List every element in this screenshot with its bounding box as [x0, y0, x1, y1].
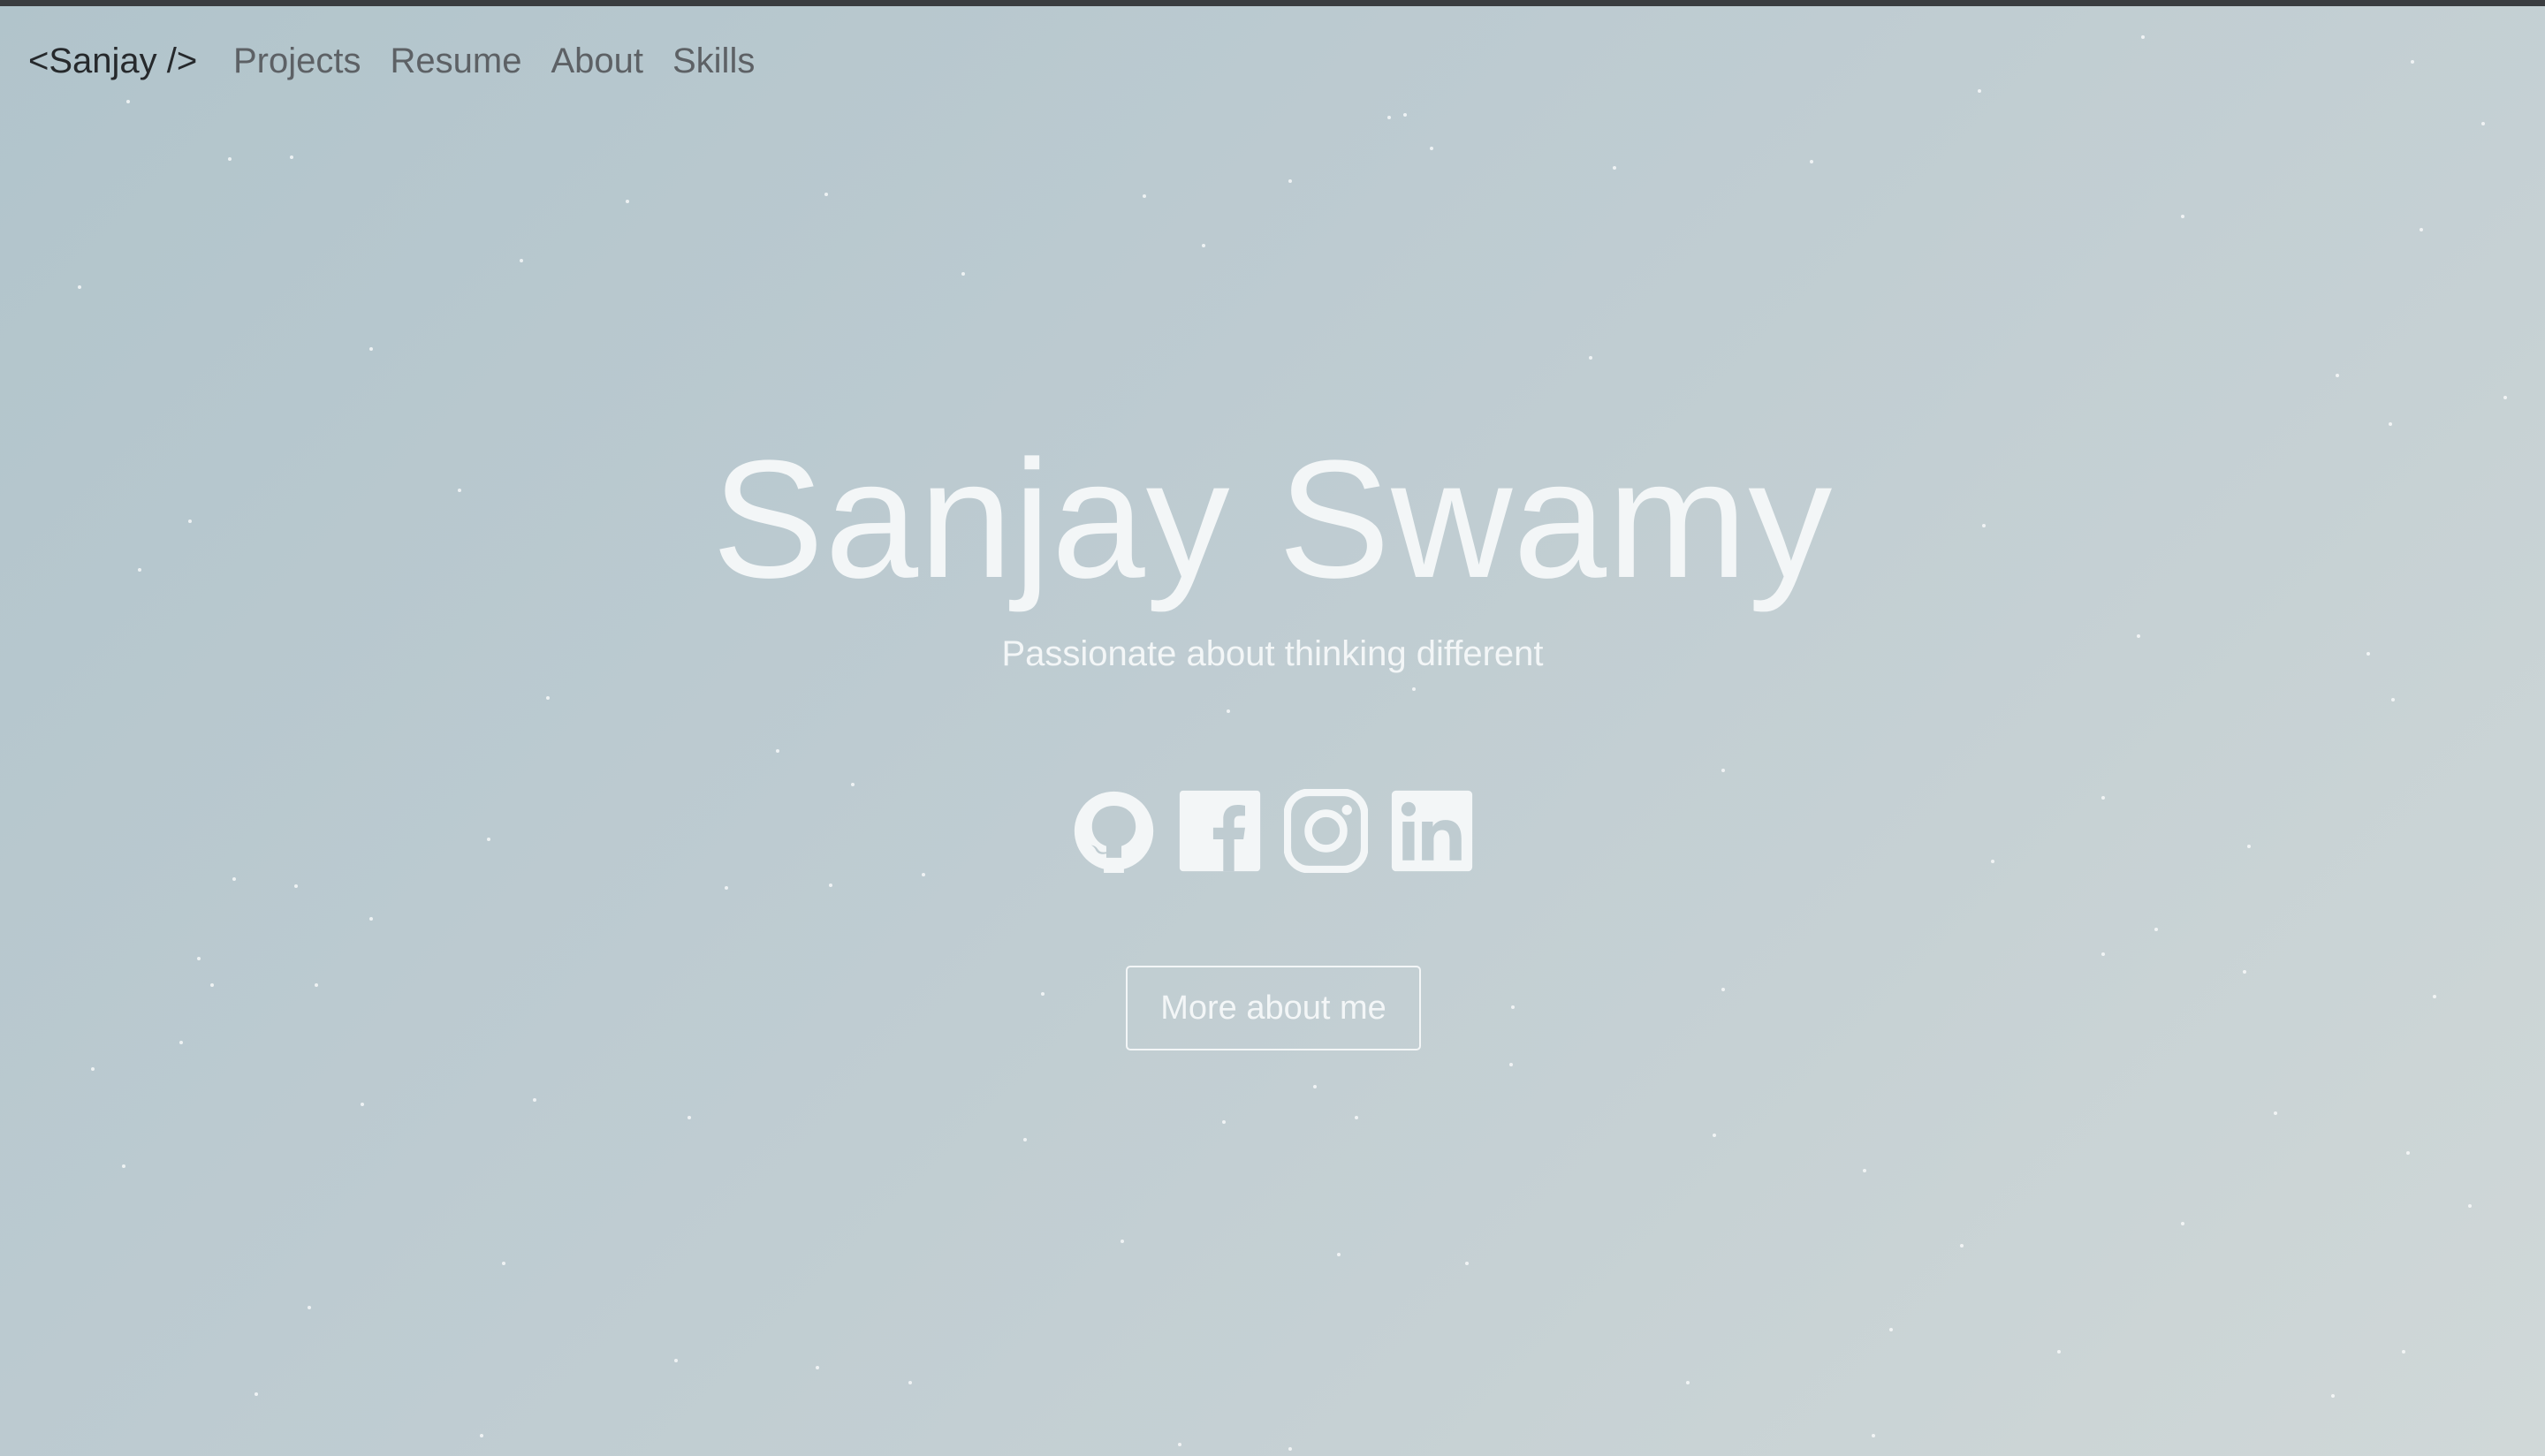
linkedin-link[interactable] — [1390, 789, 1474, 873]
nav-links: Projects Resume About Skills — [233, 36, 784, 86]
instagram-link[interactable] — [1284, 789, 1368, 873]
brand-logo-link[interactable]: <Sanjay /> — [28, 36, 197, 86]
facebook-link[interactable] — [1178, 789, 1262, 873]
nav-link-about[interactable]: About — [551, 36, 643, 86]
facebook-icon — [1179, 790, 1261, 872]
nav-link-projects[interactable]: Projects — [233, 36, 361, 86]
window-top-border — [0, 0, 2545, 6]
github-link[interactable] — [1072, 789, 1156, 873]
hero-subtitle: Passionate about thinking different — [1001, 634, 1544, 673]
nav-link-resume[interactable]: Resume — [391, 36, 522, 86]
linkedin-icon — [1391, 790, 1473, 872]
nav-link-skills[interactable]: Skills — [672, 36, 755, 86]
github-icon — [1074, 791, 1154, 873]
particle-background — [78, 35, 2507, 1451]
instagram-icon — [1284, 789, 1368, 873]
top-navbar: <Sanjay /> Projects Resume About Skills — [0, 6, 2545, 118]
hero-title: Sanjay Swamy — [711, 426, 1834, 613]
social-links — [1072, 789, 1474, 873]
more-about-me-button[interactable]: More about me — [1126, 966, 1421, 1050]
